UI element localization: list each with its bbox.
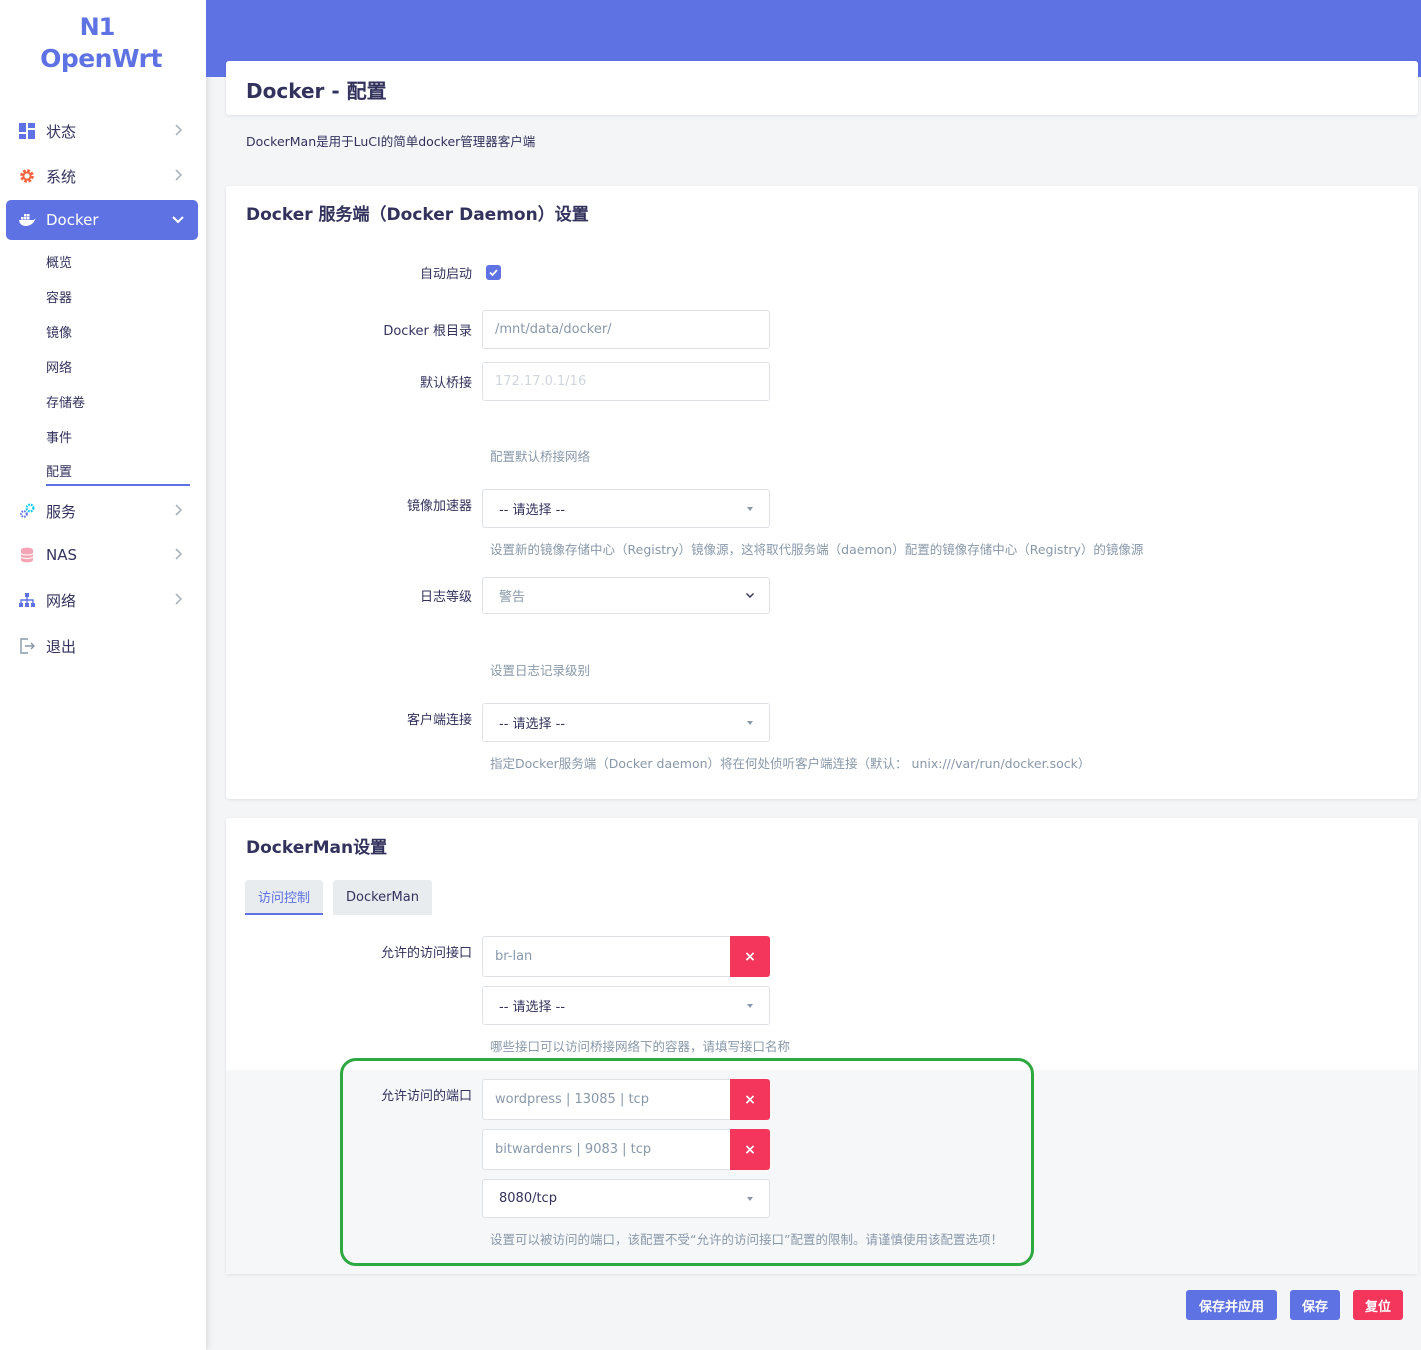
dashboard-icon — [18, 122, 36, 140]
docker-root-label: Docker 根目录 — [383, 324, 472, 339]
sidebar: N1 OpenWrt 状态 系统 Docker 概览 容器 镜像 网络 存储卷 … — [0, 0, 206, 1350]
docker-root-input[interactable]: /mnt/data/docker/ — [482, 310, 770, 349]
daemon-settings-card — [226, 186, 1418, 799]
save-apply-button[interactable]: 保存并应用 — [1186, 1290, 1277, 1320]
brand-line2: OpenWrt — [40, 44, 162, 73]
sidebar-item-label: 服务 — [46, 502, 77, 521]
sidebar-item-docker[interactable]: Docker — [6, 200, 198, 240]
brand-line1: N1 — [79, 13, 116, 41]
caret-down-icon — [747, 507, 753, 511]
sidebar-subitem-containers[interactable]: 容器 — [46, 281, 190, 311]
network-icon — [18, 591, 36, 609]
registry-mirror-help: 设置新的镜像存储中心（Registry）镜像源，这将取代服务端（daemon）配… — [490, 542, 1144, 557]
chevron-right-icon — [175, 124, 183, 136]
logout-icon — [18, 637, 36, 655]
reset-button[interactable]: 复位 — [1353, 1290, 1403, 1320]
log-level-label: 日志等级 — [419, 590, 472, 605]
sidebar-subitem-volumes[interactable]: 存储卷 — [46, 386, 190, 416]
sidebar-subitem-events[interactable]: 事件 — [46, 421, 190, 451]
registry-mirror-value: -- 请选择 -- — [499, 503, 566, 518]
sidebar-subitem-config[interactable]: 配置 — [46, 456, 190, 486]
docker-icon — [18, 211, 36, 229]
tab-access-control[interactable]: 访问控制 — [245, 880, 324, 915]
registry-mirror-select[interactable]: -- 请选择 -- — [482, 489, 770, 528]
tab-dockerman[interactable]: DockerMan — [333, 880, 432, 915]
sidebar-item-label: 退出 — [46, 637, 77, 656]
save-button[interactable]: 保存 — [1290, 1290, 1340, 1320]
chevron-down-icon — [746, 593, 754, 598]
allowed-interface-select-value: -- 请选择 -- — [499, 1000, 566, 1015]
check-icon — [489, 269, 498, 277]
sidebar-item-system[interactable]: 系统 — [6, 156, 198, 196]
page-title: Docker - 配置 — [246, 79, 387, 103]
remove-interface-button[interactable]: × — [730, 936, 770, 977]
sidebar-item-label: 网络 — [46, 591, 77, 610]
sidebar-item-services[interactable]: 服务 — [6, 491, 198, 531]
sidebar-subitem-images[interactable]: 镜像 — [46, 316, 190, 346]
sidebar-subitem-overview[interactable]: 概览 — [46, 246, 190, 276]
allowed-interface-item[interactable]: br-lan — [482, 936, 730, 977]
autostart-label: 自动启动 — [419, 267, 472, 282]
sidebar-item-nas[interactable]: NAS — [6, 535, 198, 575]
chevron-down-icon — [172, 216, 184, 224]
client-connection-label: 客户端连接 — [406, 713, 472, 728]
log-level-select[interactable]: 警告 — [482, 577, 770, 614]
client-connection-help: 指定Docker服务端（Docker daemon）将在何处侦听客户端连接（默认… — [490, 756, 1091, 771]
sidebar-item-label: NAS — [46, 546, 78, 564]
client-connection-value: -- 请选择 -- — [499, 717, 566, 732]
autostart-checkbox[interactable] — [486, 265, 501, 280]
daemon-section-title: Docker 服务端（Docker Daemon）设置 — [246, 205, 589, 225]
default-bridge-help: 配置默认桥接网络 — [490, 449, 591, 464]
sidebar-item-logout[interactable]: 退出 — [6, 626, 198, 666]
allowed-interface-select[interactable]: -- 请选择 -- — [482, 986, 770, 1025]
client-connection-select[interactable]: -- 请选择 -- — [482, 703, 770, 742]
services-icon — [18, 502, 36, 520]
database-icon — [18, 546, 36, 564]
caret-down-icon — [747, 721, 753, 725]
sidebar-subitem-networks[interactable]: 网络 — [46, 351, 190, 381]
registry-mirror-label: 镜像加速器 — [406, 499, 472, 514]
chevron-right-icon — [175, 169, 183, 181]
sidebar-item-label: 状态 — [46, 122, 77, 141]
caret-down-icon — [747, 1004, 753, 1008]
default-bridge-label: 默认桥接 — [419, 376, 472, 391]
chevron-right-icon — [175, 548, 183, 560]
sidebar-item-network[interactable]: 网络 — [6, 580, 198, 620]
chevron-right-icon — [175, 504, 183, 516]
allowed-interfaces-label: 允许的访问接口 — [380, 946, 472, 961]
allowed-interfaces-help: 哪些接口可以访问桥接网络下的容器，请填写接口名称 — [490, 1039, 791, 1054]
log-level-help: 设置日志记录级别 — [490, 663, 591, 678]
chevron-right-icon — [175, 593, 183, 605]
dockerman-section-title: DockerMan设置 — [246, 838, 388, 858]
default-bridge-input[interactable]: 172.17.0.1/16 — [482, 362, 770, 401]
gear-icon — [18, 167, 36, 185]
page-description: DockerMan是用于LuCI的简单docker管理器客户端 — [246, 134, 536, 149]
sidebar-item-label: Docker — [46, 211, 99, 229]
sidebar-item-status[interactable]: 状态 — [6, 111, 198, 151]
brand-logo[interactable]: N1 OpenWrt — [0, 12, 206, 76]
sidebar-item-label: 系统 — [46, 167, 77, 186]
title-card — [226, 61, 1418, 115]
log-level-value: 警告 — [499, 590, 526, 605]
highlight-outline — [340, 1058, 1034, 1266]
